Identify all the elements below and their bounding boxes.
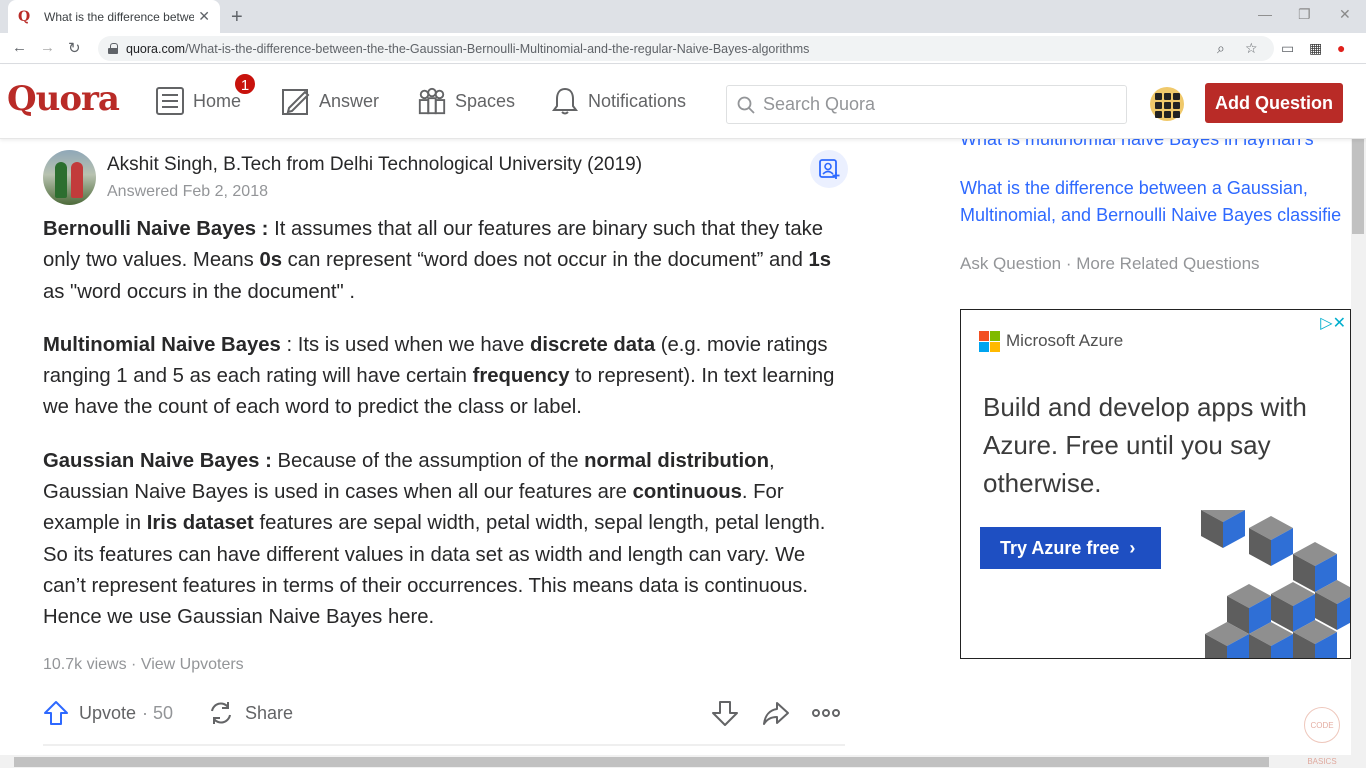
term-multinomial: Multinomial Naive Bayes xyxy=(43,333,281,356)
ad-brand: Microsoft Azure xyxy=(1006,331,1124,350)
related-question-link[interactable]: What is the difference between a Gaussia… xyxy=(960,175,1355,229)
home-feed-icon xyxy=(156,87,184,115)
pencil-icon xyxy=(282,89,310,115)
extension-red-icon[interactable]: ● xyxy=(1337,40,1345,56)
nav-answer[interactable]: Answer xyxy=(281,83,379,119)
people-group-icon xyxy=(418,87,446,115)
forward-share-button[interactable] xyxy=(762,695,790,731)
watermark-logo: CODE BASICS xyxy=(1304,707,1340,766)
horizontal-scroll-thumb[interactable] xyxy=(14,757,1269,767)
bold-text: 0s xyxy=(259,249,283,272)
window-close-icon[interactable]: ✕ xyxy=(1339,6,1351,23)
search-icon xyxy=(737,96,755,114)
add-question-button[interactable]: Add Question xyxy=(1205,83,1343,123)
url-path: /What-is-the-difference-between-the-the-… xyxy=(185,41,810,56)
text: as "word occurs in the document" . xyxy=(43,280,356,303)
url-host: quora.com xyxy=(126,41,186,56)
bold-text: frequency xyxy=(472,365,570,388)
address-bar[interactable]: quora.com/What-is-the-difference-between… xyxy=(98,36,1274,61)
upvote-button[interactable]: Upvote · 50 xyxy=(43,695,173,731)
bookmark-star-icon[interactable]: ☆ xyxy=(1245,40,1258,57)
nav-spaces-label: Spaces xyxy=(455,90,516,111)
bold-text: discrete data xyxy=(529,333,656,356)
forward-arrow-icon xyxy=(763,702,789,725)
gaussian-paragraph: Gaussian Naive Bayes : Because of the as… xyxy=(43,446,848,634)
notification-count-badge: 1 xyxy=(233,72,257,96)
multinomial-paragraph: Multinomial Naive Bayes : Its is used wh… xyxy=(43,330,848,424)
search-input[interactable]: Search Quora xyxy=(726,85,1127,124)
quora-favicon-icon: Q xyxy=(18,8,31,25)
bold-text: continuous xyxy=(632,481,742,504)
nav-notifications-label: Notifications xyxy=(588,90,687,111)
browser-tab[interactable]: Q What is the difference between t ✕ xyxy=(8,0,220,33)
cast-icon[interactable]: ▭ xyxy=(1281,40,1294,57)
author-credential[interactable]: Akshit Singh, B.Tech from Delhi Technolo… xyxy=(107,154,642,176)
azure-ad[interactable]: ▷✕ Microsoft Azure Build and develop app… xyxy=(960,309,1351,659)
browser-toolbar: ← → ↻ quora.com/What-is-the-difference-b… xyxy=(0,33,1366,64)
extension-icon[interactable]: ▦ xyxy=(1309,40,1322,57)
back-icon[interactable]: ← xyxy=(12,39,27,56)
cubes-illustration xyxy=(1201,510,1350,658)
term-bernoulli: Bernoulli Naive Bayes : xyxy=(43,218,269,240)
answer-card: Akshit Singh, B.Tech from Delhi Technolo… xyxy=(43,140,848,726)
nav-home[interactable]: Home xyxy=(155,83,241,119)
bold-text: Iris dataset xyxy=(146,512,254,535)
quora-header: Quora Home 1 Answer Spaces Notifications… xyxy=(0,65,1366,139)
share-label: Share xyxy=(245,702,294,723)
close-icon[interactable]: ✕ xyxy=(198,8,210,25)
upvote-arrow-icon xyxy=(44,701,68,725)
divider xyxy=(43,744,845,746)
minimize-icon[interactable]: — xyxy=(1258,6,1272,22)
share-button[interactable]: Share xyxy=(207,695,293,731)
bold-text: normal distribution xyxy=(584,449,769,472)
bold-text: 1s xyxy=(808,249,832,272)
vertical-scroll-thumb[interactable] xyxy=(1352,136,1364,234)
follow-author-button[interactable] xyxy=(810,150,848,188)
answer-author: Akshit Singh, B.Tech from Delhi Technolo… xyxy=(43,140,848,214)
new-tab-icon[interactable]: + xyxy=(231,6,243,29)
upvote-label: Upvote xyxy=(79,702,137,723)
tab-title: What is the difference between t xyxy=(44,9,194,24)
downvote-button[interactable] xyxy=(711,695,739,731)
forward-icon[interactable]: → xyxy=(40,39,55,56)
ad-cta-label: Try Azure free xyxy=(1000,538,1120,558)
downvote-arrow-icon xyxy=(712,701,738,726)
answer-date[interactable]: Answered Feb 2, 2018 xyxy=(107,183,268,201)
chevron-right-icon: › xyxy=(1124,538,1136,558)
term-gaussian: Gaussian Naive Bayes : xyxy=(43,449,272,472)
reload-icon[interactable]: ↻ xyxy=(68,39,81,57)
quora-logo[interactable]: Quora xyxy=(7,79,120,119)
try-azure-button[interactable]: Try Azure free › xyxy=(980,527,1161,569)
microsoft-logo-icon xyxy=(979,331,1000,352)
author-avatar[interactable] xyxy=(43,150,96,205)
more-options-button[interactable] xyxy=(812,695,840,731)
add-person-icon xyxy=(819,159,840,179)
ad-headline: Build and develop apps with Azure. Free … xyxy=(983,392,1307,498)
ad-choices-icon[interactable]: ▷✕ xyxy=(1320,313,1346,333)
nav-notifications[interactable]: Notifications xyxy=(550,83,686,119)
user-avatar[interactable] xyxy=(1150,87,1184,121)
nav-home-label: Home xyxy=(193,90,242,111)
views-and-upvoters[interactable]: 10.7k views · View Upvoters xyxy=(43,656,848,674)
text: : Its is used when we have xyxy=(280,333,530,356)
share-cycle-icon xyxy=(211,702,231,724)
url-text: quora.com/What-is-the-difference-between… xyxy=(126,42,809,56)
text: can represent “word does not occur in th… xyxy=(282,249,809,272)
nav-spaces[interactable]: Spaces xyxy=(417,83,515,119)
more-dots-icon xyxy=(812,709,840,717)
answer-action-bar: Upvote · 50 Share xyxy=(43,695,848,731)
text: Because of the assumption of the xyxy=(271,449,585,472)
zoom-icon[interactable]: ⌕ xyxy=(1217,40,1225,57)
ask-question-more-related[interactable]: Ask Question · More Related Questions xyxy=(960,254,1260,274)
search-placeholder: Search Quora xyxy=(763,94,876,114)
nav-answer-label: Answer xyxy=(319,90,380,111)
upvote-count: · 50 xyxy=(142,702,174,723)
bernoulli-paragraph: Bernoulli Naive Bayes : It assumes that … xyxy=(43,214,848,308)
browser-tab-strip: Q What is the difference between t ✕ + —… xyxy=(0,0,1366,33)
restore-icon[interactable]: ❐ xyxy=(1298,6,1311,23)
lock-icon xyxy=(108,43,118,54)
bell-icon xyxy=(552,87,578,115)
